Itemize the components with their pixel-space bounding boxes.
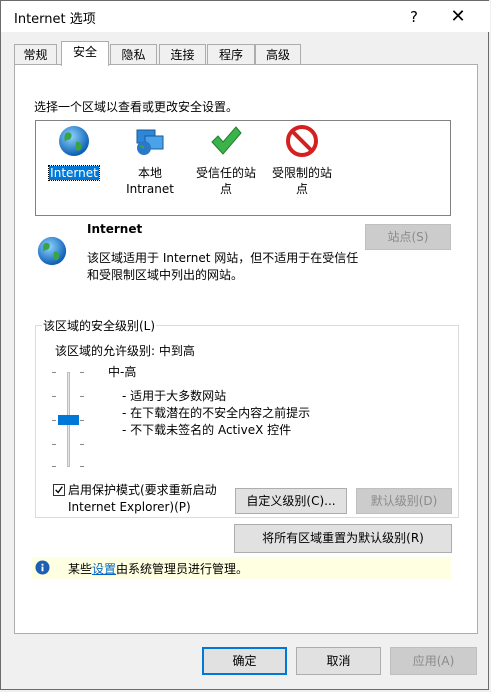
window-title: Internet 选项 — [14, 12, 96, 27]
info-suffix: 由系统管理员进行管理。 — [116, 562, 249, 576]
slider-tick — [80, 372, 84, 373]
tab-privacy[interactable]: 隐私 — [110, 44, 157, 65]
close-button[interactable]: ✕ — [441, 5, 475, 29]
internet-options-dialog: Internet 选项 ? ✕ 常规 安全 隐私 连接 程序 高级 选择一个区域… — [0, 0, 490, 690]
slider-tick — [52, 372, 56, 373]
security-tab-panel: 选择一个区域以查看或更改安全设置。 Internet 本地 Intranet 受… — [14, 64, 478, 634]
protected-mode-checkbox[interactable] — [53, 484, 65, 496]
tab-advanced[interactable]: 高级 — [255, 44, 301, 65]
select-zone-prompt: 选择一个区域以查看或更改安全设置。 — [34, 100, 239, 114]
slider-tick — [52, 396, 56, 397]
slider-tick — [80, 444, 84, 445]
reset-all-zones-button[interactable]: 将所有区域重置为默认级别(R) — [234, 524, 452, 553]
slider-tick — [80, 466, 84, 467]
trusted-check-icon — [211, 126, 242, 155]
zone-description: 该区域适用于 Internet 网站，但不适用于在受信任和受限制区域中列出的网站… — [87, 251, 359, 282]
zone-local-intranet-label: 本地 Intranet — [126, 166, 174, 196]
apply-button[interactable]: 应用(A) — [390, 647, 477, 675]
tab-security[interactable]: 安全 — [61, 41, 109, 66]
info-prefix: 某些 — [68, 562, 93, 576]
level-point: - 适用于大多数网站 — [122, 389, 227, 403]
level-point: - 不下载未签名的 ActiveX 控件 — [122, 423, 292, 437]
slider-tick — [80, 396, 84, 397]
allowed-levels-text: 该区域的允许级别: 中到高 — [55, 344, 195, 358]
checkmark-icon — [55, 486, 63, 494]
intranet-icon — [136, 129, 164, 155]
zone-restricted-sites[interactable]: 受限制的站 点 — [264, 121, 340, 197]
zone-internet-label: Internet — [48, 165, 100, 181]
managed-settings-infobar: 某些设置由系统管理员进行管理。 — [32, 557, 451, 579]
zone-trusted-sites-label: 受信任的站 点 — [195, 166, 256, 196]
slider-tick — [80, 420, 84, 421]
slider-tick — [52, 466, 56, 467]
zone-local-intranet[interactable]: 本地 Intranet — [112, 121, 188, 197]
restricted-icon — [286, 125, 318, 157]
slider-tick — [52, 420, 56, 421]
cancel-button[interactable]: 取消 — [296, 647, 381, 675]
help-button[interactable]: ? — [397, 5, 431, 29]
slider-tick — [52, 444, 56, 445]
managed-settings-text: 某些设置由系统管理员进行管理。 — [68, 560, 248, 577]
security-level-group-label: 该区域的安全级别(L) — [42, 317, 157, 334]
security-level-group: 该区域的安全级别(L) 该区域的允许级别: 中到高 中-高 - 适用于大多数网站… — [35, 317, 459, 518]
custom-level-button[interactable]: 自定义级别(C)... — [235, 488, 347, 514]
tab-programs[interactable]: 程序 — [207, 44, 255, 65]
globe-icon — [59, 126, 89, 156]
tab-connections[interactable]: 连接 — [159, 44, 206, 65]
level-name: 中-高 — [108, 365, 137, 379]
zone-trusted-sites[interactable]: 受信任的站 点 — [188, 121, 264, 197]
default-level-button[interactable]: 默认级别(D) — [356, 488, 452, 514]
zone-list: Internet 本地 Intranet 受信任的站 点 受限制的站 点 — [35, 120, 451, 216]
selected-zone-globe-icon — [37, 236, 67, 266]
tab-general[interactable]: 常规 — [14, 44, 57, 65]
title-bar: Internet 选项 ? ✕ — [1, 1, 490, 32]
info-icon — [35, 560, 50, 575]
zone-internet[interactable]: Internet — [36, 121, 112, 181]
selected-zone-name: Internet — [87, 222, 143, 236]
sites-button[interactable]: 站点(S) — [365, 224, 451, 250]
zone-restricted-sites-label: 受限制的站 点 — [271, 166, 332, 196]
slider-thumb[interactable] — [58, 414, 79, 425]
protected-mode-label[interactable]: 启用保护模式(要求重新启动 Internet Explorer)(P) — [68, 482, 233, 516]
level-point: - 在下载潜在的不安全内容之前提示 — [122, 406, 311, 420]
ok-button[interactable]: 确定 — [202, 647, 287, 675]
settings-link[interactable]: 设置 — [92, 562, 116, 576]
